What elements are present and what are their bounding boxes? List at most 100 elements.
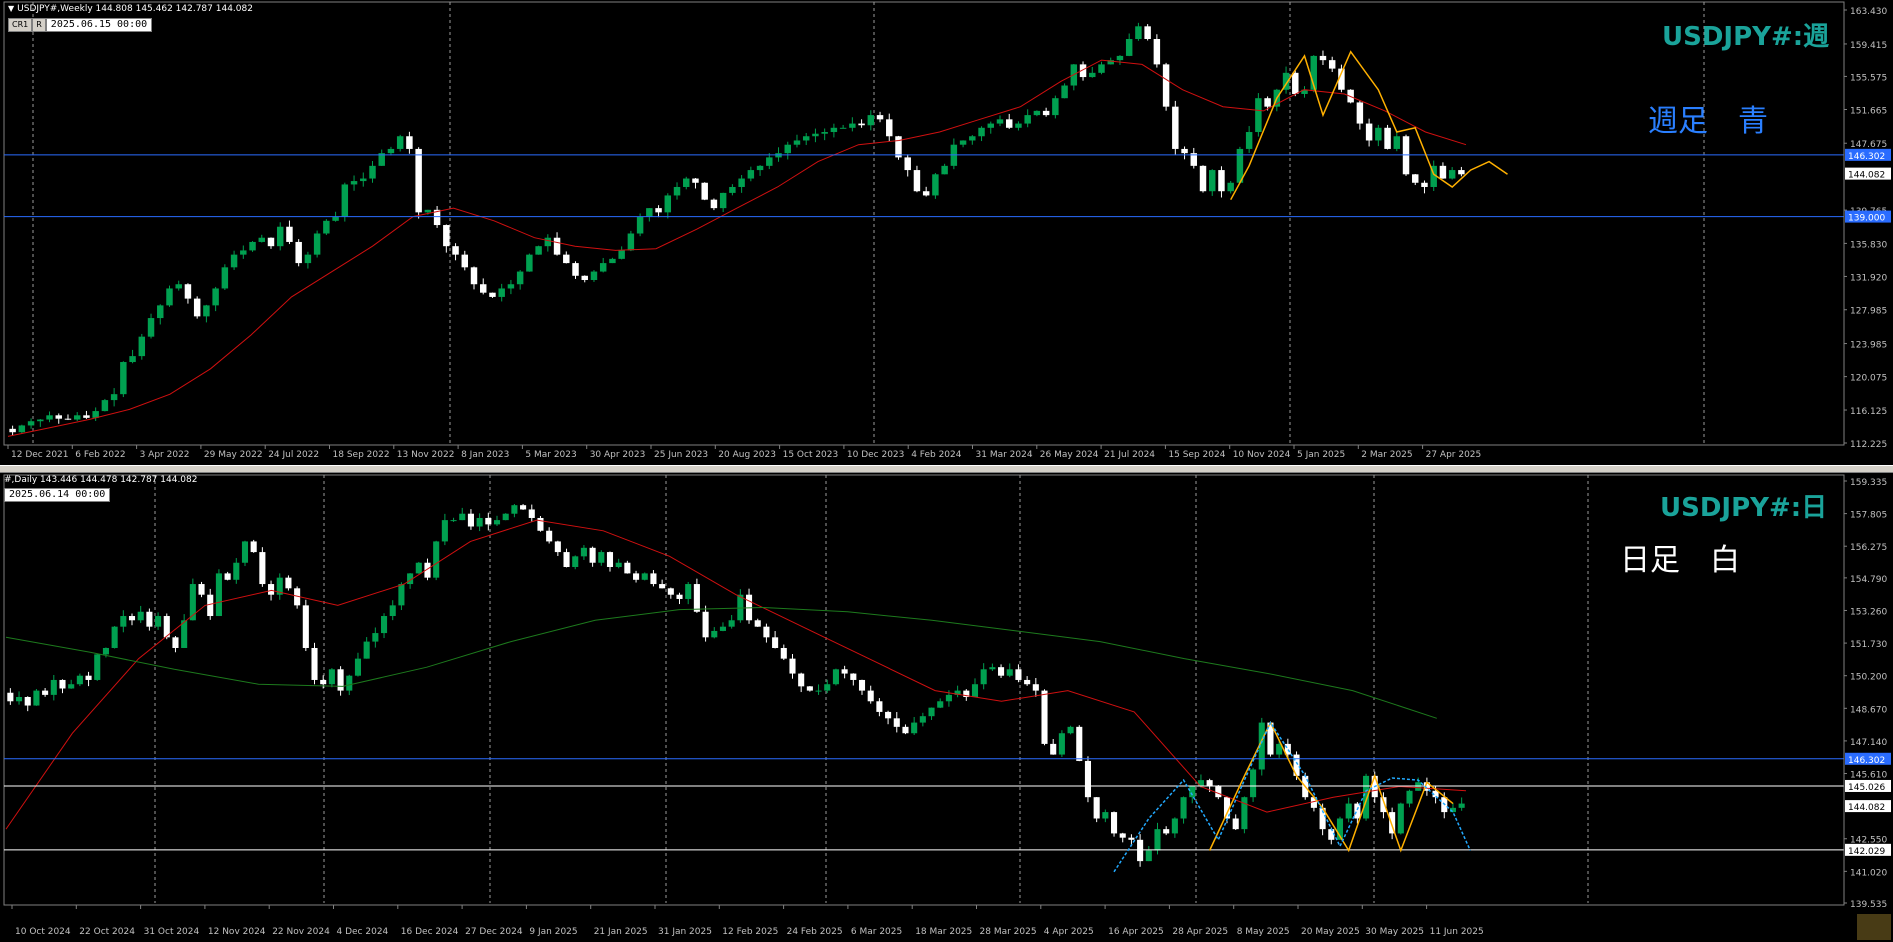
price-label-13: 120.075 <box>1850 374 1887 384</box>
price-tag-5: 146.302 <box>1848 152 1885 162</box>
weekly-header-text: USDJPY#,Weekly 144.808 145.462 142.787 1… <box>17 4 253 14</box>
weekly-date-box[interactable]: 2025.06.15 00:00 <box>45 18 153 32</box>
panel-separator[interactable] <box>0 465 1893 473</box>
time-label-3: 29 May 2022 <box>204 450 263 460</box>
candle-160 <box>1397 803 1404 834</box>
candle-29 <box>259 552 266 585</box>
candle-18 <box>175 284 182 289</box>
candle-100 <box>932 174 939 196</box>
candle-21 <box>203 305 210 317</box>
candle-57 <box>502 513 509 521</box>
candle-98 <box>858 679 866 691</box>
candle-60 <box>563 254 570 264</box>
price-label-8: 147.140 <box>1850 738 1887 748</box>
candle-86 <box>802 136 810 141</box>
candle-29 <box>276 226 284 247</box>
candle-37 <box>350 181 358 185</box>
price-label-1: 157.805 <box>1850 511 1887 521</box>
daily-date-box[interactable]: 2025.06.14 00:00 <box>4 488 111 502</box>
candle-156 <box>1363 775 1370 819</box>
weekly-chart-header: ▼ USDJPY#,Weekly 144.808 145.462 142.787 … <box>8 4 253 14</box>
candle-76 <box>667 588 674 595</box>
time-label-6: 13 Nov 2022 <box>397 450 455 460</box>
candle-156 <box>1448 170 1456 179</box>
weekly-chart-panel[interactable]: 163.430 159.415 155.575 151.665 147.675 146.3… <box>0 0 1893 465</box>
candle-143 <box>1250 769 1257 798</box>
candle-41 <box>387 148 395 154</box>
candle-35 <box>311 647 318 680</box>
candle-15 <box>147 318 155 337</box>
candle-115 <box>1006 669 1013 676</box>
candle-91 <box>849 123 856 128</box>
daily-symbol-label: USDJPY#:日 <box>1660 493 1828 523</box>
candle-135 <box>1180 797 1187 819</box>
daily-chart-canvas[interactable]: 159.335 157.805 156.275 154.790 153.260 151.7… <box>0 473 1893 942</box>
price-label-3: 154.790 <box>1850 575 1887 585</box>
time-label-8: 5 Mar 2023 <box>525 450 576 460</box>
price-label-0: 159.335 <box>1850 478 1887 488</box>
candle-23 <box>221 267 229 289</box>
candle-69 <box>606 552 614 567</box>
price-label-5: 151.730 <box>1850 640 1887 650</box>
candle-5 <box>55 415 62 419</box>
candle-147 <box>1365 123 1373 141</box>
daily-toolbar: 2025.06.14 00:00 <box>4 488 111 502</box>
candle-70 <box>655 208 662 213</box>
candle-95 <box>832 669 839 685</box>
cr1-button[interactable]: CR1 <box>8 18 33 32</box>
candle-54 <box>476 517 483 527</box>
time-label-4: 22 Nov 2024 <box>272 927 330 937</box>
candle-100 <box>876 701 883 712</box>
candle-56 <box>493 520 501 525</box>
candle-139 <box>1292 72 1299 94</box>
candle-43 <box>380 616 388 634</box>
candle-51 <box>480 284 487 293</box>
candle-34 <box>302 605 309 648</box>
price-tag-8: 139.000 <box>1848 214 1885 224</box>
candle-63 <box>554 541 561 553</box>
candle-130 <box>1137 839 1144 862</box>
candle-153 <box>1421 182 1428 187</box>
time-label-11: 20 Aug 2023 <box>718 450 776 460</box>
candle-40 <box>354 658 362 676</box>
time-label-5: 18 Sep 2022 <box>333 450 390 460</box>
candle-92 <box>858 123 865 126</box>
price-label-2: 156.275 <box>1850 543 1887 553</box>
candle-125 <box>1162 64 1170 107</box>
candle-93 <box>815 690 822 692</box>
time-label-18: 28 Apr 2025 <box>1172 927 1228 937</box>
candle-108 <box>1005 119 1013 128</box>
time-label-7: 27 Dec 2024 <box>465 927 523 937</box>
candle-42 <box>396 136 404 149</box>
candle-136 <box>1264 98 1271 107</box>
candle-114 <box>1061 85 1068 99</box>
candle-27 <box>258 237 265 242</box>
price-label-15: 112.225 <box>1850 440 1887 450</box>
time-label-16: 4 Apr 2025 <box>1044 927 1094 937</box>
r-button[interactable]: R <box>32 18 46 32</box>
daily-header-text: #,Daily 143.446 144.478 142.787 144.082 <box>4 475 198 485</box>
candle-64 <box>563 552 570 567</box>
daily-chart-panel[interactable]: 159.335 157.805 156.275 154.790 153.260 151.7… <box>0 473 1893 942</box>
candle-3 <box>33 690 40 706</box>
candle-65 <box>609 258 616 264</box>
candle-5 <box>50 679 57 695</box>
weekly-chart-canvas[interactable]: 163.430 159.415 155.575 151.665 147.675 146.3… <box>0 0 1893 465</box>
candle-117 <box>1024 679 1031 685</box>
collapse-triangle-icon[interactable]: ▼ <box>8 4 14 13</box>
candle-33 <box>313 233 321 255</box>
candle-122 <box>1067 726 1074 734</box>
price-tag-6: 144.082 <box>1848 171 1885 181</box>
time-label-17: 21 Jul 2024 <box>1104 450 1155 460</box>
candle-38 <box>360 178 367 182</box>
candle-60 <box>528 509 535 518</box>
candle-123 <box>1076 726 1083 761</box>
candle-36 <box>320 679 327 685</box>
candle-121 <box>1058 733 1065 755</box>
time-label-9: 21 Jan 2025 <box>594 927 648 937</box>
candle-49 <box>461 254 469 268</box>
resize-grip-icon[interactable] <box>1857 914 1891 940</box>
candle-14 <box>128 616 136 621</box>
candle-19 <box>184 284 192 299</box>
price-label-10: 131.920 <box>1850 273 1887 283</box>
